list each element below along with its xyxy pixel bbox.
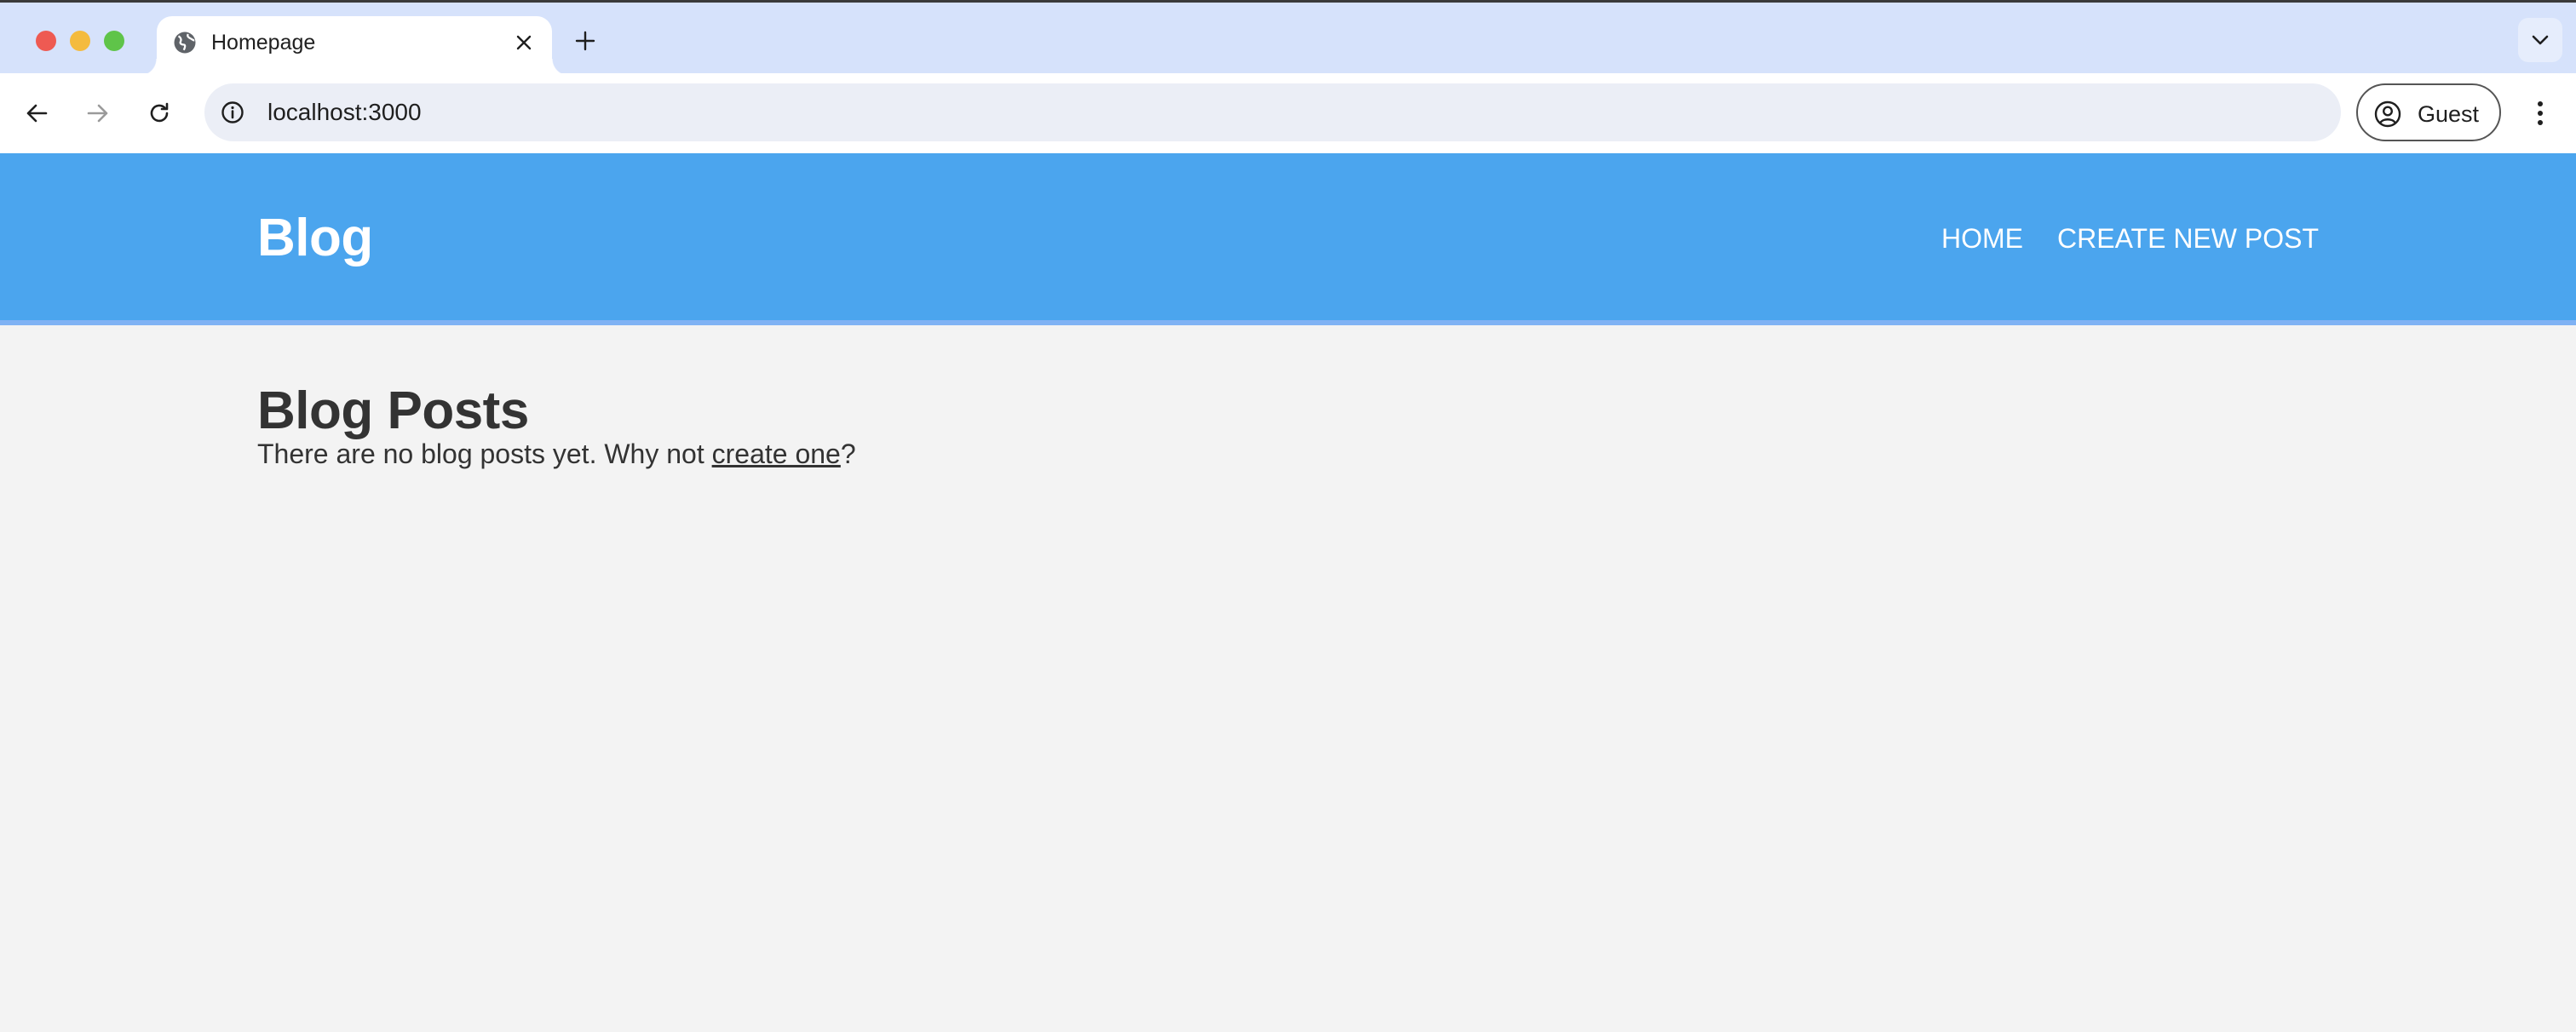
reload-icon[interactable] <box>140 94 179 133</box>
tab-strip: Homepage <box>0 0 2576 76</box>
address-bar[interactable]: localhost:3000 <box>204 83 2341 141</box>
new-tab-icon[interactable] <box>571 26 600 55</box>
nav-home-link[interactable]: HOME <box>1941 221 2023 255</box>
close-window-button[interactable] <box>36 31 56 51</box>
profile-label: Guest <box>2418 101 2480 127</box>
more-menu-icon[interactable] <box>2523 94 2557 133</box>
globe-icon <box>174 32 196 54</box>
tab-homepage[interactable]: Homepage <box>140 16 569 76</box>
tab-title: Homepage <box>211 31 316 54</box>
empty-state-message: There are no blog posts yet. Why not cre… <box>257 436 856 472</box>
nav-create-post-link[interactable]: CREATE NEW POST <box>2057 221 2319 255</box>
profile-button[interactable]: Guest <box>2356 83 2501 141</box>
empty-message-suffix: ? <box>840 439 856 469</box>
site-brand-link[interactable]: Blog <box>257 208 373 269</box>
back-arrow-icon[interactable] <box>17 94 56 133</box>
url-text[interactable]: localhost:3000 <box>267 98 422 127</box>
main-content: Blog Posts There are no blog posts yet. … <box>257 381 856 472</box>
forward-arrow-icon[interactable] <box>78 94 118 133</box>
site-header: Blog HOME CREATE NEW POST <box>0 153 2576 325</box>
site-nav: HOME CREATE NEW POST <box>1941 221 2319 255</box>
close-tab-icon[interactable] <box>511 30 537 55</box>
person-icon <box>2374 100 2401 128</box>
site-info-icon[interactable] <box>220 100 245 125</box>
tab-search-chevron-icon[interactable] <box>2518 18 2562 62</box>
empty-message-prefix: There are no blog posts yet. Why not <box>257 439 712 469</box>
page-viewport: Blog HOME CREATE NEW POST Blog Posts The… <box>0 153 2576 1032</box>
maximize-window-button[interactable] <box>104 31 124 51</box>
minimize-window-button[interactable] <box>70 31 90 51</box>
page-title: Blog Posts <box>257 381 529 440</box>
browser-toolbar: localhost:3000 Guest <box>0 73 2576 153</box>
create-one-link[interactable]: create one <box>712 439 841 469</box>
browser-window: Homepage localhost:3000 Guest Blog HOME … <box>0 0 2576 1032</box>
